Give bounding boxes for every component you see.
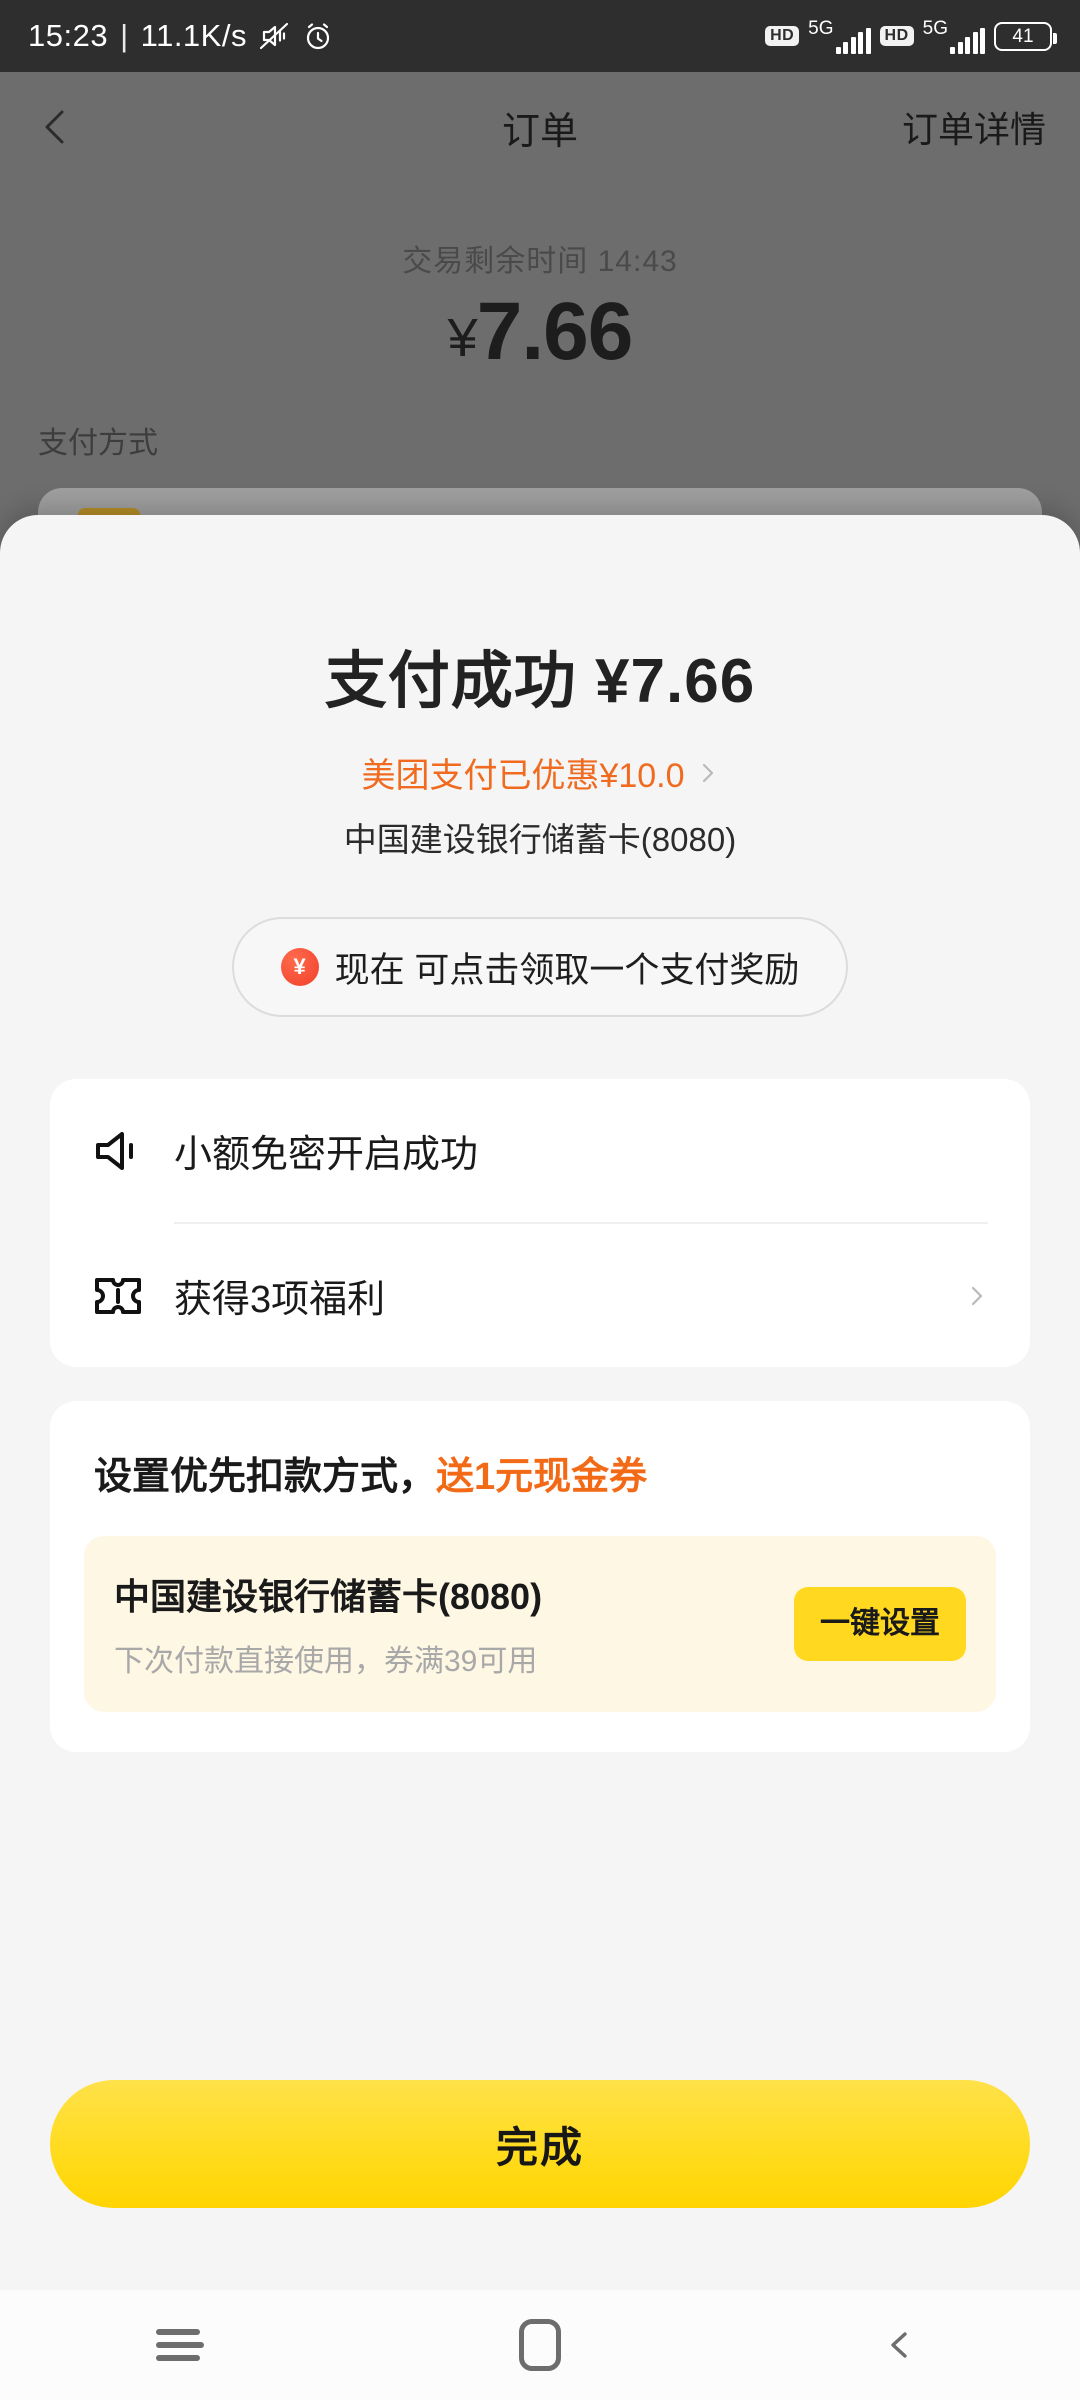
home-icon (519, 2319, 561, 2371)
recents-icon (156, 2322, 204, 2368)
page-header: 订单 订单详情 (0, 72, 1080, 182)
chevron-right-icon (966, 1285, 988, 1307)
network-type-sim2: 5G (922, 17, 948, 39)
status-bar-clock: 15:23 (28, 18, 109, 53)
discount-text: 美团支付已优惠¥10.0 (361, 757, 685, 795)
amount-value: 7.66 (476, 286, 634, 377)
signal-group-sim1: 5G (808, 17, 871, 54)
mute-icon (257, 19, 291, 53)
coin-symbol: ¥ (293, 954, 306, 979)
priority-bank-row: 中国建设银行储蓄卡(8080) 下次付款直接使用，券满39可用 一键设置 (84, 1536, 996, 1712)
nav-back-icon (885, 2330, 915, 2360)
priority-bank-texts: 中国建设银行储蓄卡(8080) 下次付款直接使用，券满39可用 (114, 1568, 794, 1680)
done-button[interactable]: 完成 (50, 2080, 1030, 2208)
status-bar-separator: | (120, 18, 129, 53)
priority-title-highlight: 送1元现金券 (436, 1456, 648, 1498)
network-speed-text: 11.1K/s (140, 18, 247, 53)
benefits-card: 小额免密开启成功 获得3项福利 (50, 1079, 1030, 1367)
hd-badge-sim2: HD (879, 26, 914, 46)
benefit-row-label: 小额免密开启成功 (174, 1134, 479, 1176)
battery-level-text: 41 (1012, 25, 1034, 47)
nav-back-button[interactable] (720, 2330, 1080, 2360)
transaction-timer-label: 交易剩余时间 14:43 (402, 245, 678, 278)
payment-card-line: 中国建设银行储蓄卡(8080) (343, 821, 737, 858)
priority-title-main: 设置优先扣款方式， (94, 1456, 437, 1498)
order-amount: ¥7.66 (0, 285, 1080, 379)
signal-bars-sim2 (950, 27, 985, 54)
order-detail-link[interactable]: 订单详情 (902, 101, 1046, 153)
priority-bank-name: 中国建设银行储蓄卡(8080) (114, 1576, 543, 1617)
status-bar: 15:23 | 11.1K/s HD 5G HD 5G 41 (0, 0, 1080, 72)
discount-row[interactable]: 美团支付已优惠¥10.0 (0, 748, 1080, 797)
currency-symbol: ¥ (447, 308, 478, 368)
yen-coin-icon: ¥ (280, 948, 319, 986)
success-title: 支付成功 ¥7.66 (324, 647, 756, 716)
benefit-row-perks[interactable]: 获得3项福利 (92, 1224, 988, 1367)
priority-bank-subtitle: 下次付款直接使用，券满39可用 (114, 1645, 538, 1678)
claim-reward-label: 现在 可点击领取一个支付奖励 (334, 950, 800, 990)
pay-method-section-label: 支付方式 (38, 427, 158, 460)
chevron-right-icon (697, 762, 719, 784)
status-bar-left: 15:23 | 11.1K/s (28, 18, 335, 54)
benefit-row-label: 获得3项福利 (174, 1279, 386, 1321)
signal-group-sim2: 5G (923, 19, 985, 54)
priority-payment-card: 设置优先扣款方式，送1元现金券 中国建设银行储蓄卡(8080) 下次付款直接使用… (50, 1401, 1030, 1752)
android-navigation-bar (0, 2290, 1080, 2400)
claim-reward-button[interactable]: ¥ 现在 可点击领取一个支付奖励 (232, 917, 848, 1017)
battery-icon: 41 (994, 21, 1057, 51)
alarm-icon (301, 19, 335, 53)
status-bar-right: HD 5G HD 5G 41 (765, 17, 1057, 54)
nav-home-button[interactable] (360, 2319, 720, 2371)
priority-card-title: 设置优先扣款方式，送1元现金券 (84, 1445, 996, 1500)
signal-bars-sim1 (835, 27, 871, 54)
megaphone-icon (92, 1127, 148, 1175)
hd-badge-sim1: HD (765, 26, 800, 46)
nav-recents-button[interactable] (0, 2322, 360, 2368)
network-type-sim1: 5G (808, 17, 834, 39)
ticket-icon (92, 1272, 148, 1320)
payment-success-sheet: 支付成功 ¥7.66 美团支付已优惠¥10.0 中国建设银行储蓄卡(8080) … (0, 515, 1080, 2400)
benefit-row-nopassword[interactable]: 小额免密开启成功 (92, 1079, 988, 1222)
one-click-set-button[interactable]: 一键设置 (794, 1587, 966, 1661)
